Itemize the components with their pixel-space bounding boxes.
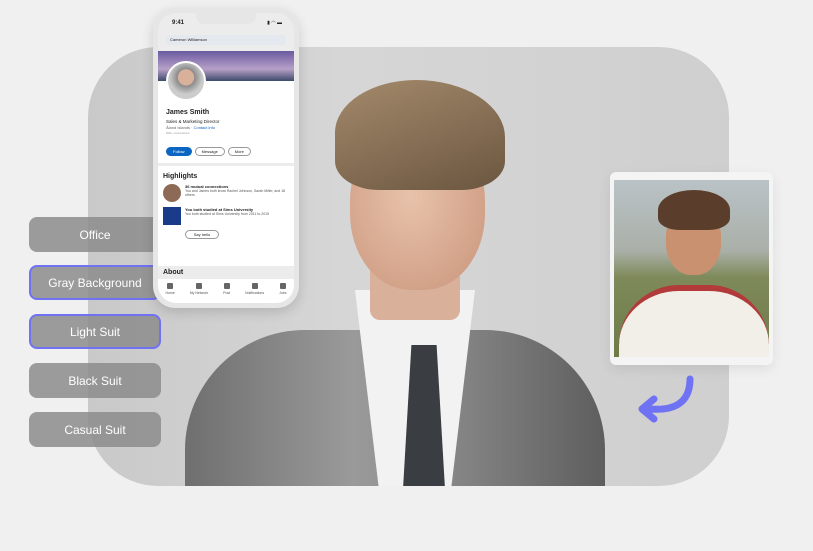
option-gray-background[interactable]: Gray Background [29, 265, 161, 300]
option-black-suit[interactable]: Black Suit [29, 363, 161, 398]
phone-notch [196, 13, 256, 24]
profile-card: James Smith Sales & Marketing Director Å… [158, 51, 294, 163]
status-time: 9:41 [172, 20, 185, 26]
nav-label: Jobs [279, 291, 287, 295]
say-hello-button[interactable]: Say hello [185, 230, 219, 239]
original-photo [614, 180, 769, 357]
nav-label: Notifications [245, 291, 265, 295]
briefcase-icon [279, 283, 286, 289]
bottom-nav: Home My Network Post Notifications Jobs [158, 279, 294, 303]
curved-arrow-icon [638, 375, 694, 423]
nav-home[interactable]: Home [165, 283, 175, 303]
nav-label: Post [223, 291, 231, 295]
original-photo-card [610, 172, 773, 365]
post-icon [223, 283, 230, 289]
contact-info-link[interactable]: Contact info [194, 125, 215, 130]
option-light-suit[interactable]: Light Suit [29, 314, 161, 349]
nav-label: My Network [189, 291, 209, 295]
profile-name: James Smith [166, 109, 210, 116]
more-button[interactable]: More [227, 147, 251, 156]
follow-button[interactable]: Follow [166, 147, 192, 156]
tshirt [619, 285, 769, 357]
nav-label: Home [165, 291, 175, 295]
bell-icon [251, 283, 258, 289]
list-item[interactable]: You both studied at Sims University You b… [163, 207, 289, 225]
mutual-text: You and James both know Rachel Johnson, … [185, 189, 286, 197]
hair [658, 190, 730, 230]
highlights-card: Highlights 36 mutual connections You and … [158, 166, 294, 266]
university-logo-icon [163, 207, 181, 225]
connections-count: 500+ connections [166, 131, 190, 135]
nav-jobs[interactable]: Jobs [279, 283, 286, 303]
about-title: About [163, 269, 184, 276]
hair [335, 80, 505, 190]
signal-wifi-battery-icon: ▮ ◠ ▬ [267, 20, 282, 26]
network-icon [195, 283, 202, 289]
home-icon [167, 283, 174, 289]
profile-title: Sales & Marketing Director [166, 119, 220, 124]
mutual-avatars-icon [163, 184, 181, 202]
phone-screen: 9:41 ▮ ◠ ▬ Cameron Williamson James Smit… [158, 13, 294, 303]
nav-my-network[interactable]: My Network [190, 283, 208, 303]
highlights-title: Highlights [163, 173, 198, 180]
location-text: Åland Islands [166, 125, 191, 130]
avatar[interactable] [166, 61, 206, 101]
nav-post[interactable]: Post [223, 283, 230, 303]
phone-mockup: 9:41 ▮ ◠ ▬ Cameron Williamson James Smit… [153, 8, 299, 308]
option-casual-suit[interactable]: Casual Suit [29, 412, 161, 447]
school-text: You both studied at Sims University from… [185, 212, 270, 216]
search-input[interactable]: Cameron Williamson [166, 35, 286, 45]
message-button[interactable]: Message [194, 147, 225, 156]
option-office[interactable]: Office [29, 217, 161, 252]
list-item[interactable]: 36 mutual connections You and James both … [163, 184, 289, 202]
nav-notifications[interactable]: Notifications [245, 283, 264, 303]
profile-location: Åland Islands · Contact info [166, 125, 215, 130]
